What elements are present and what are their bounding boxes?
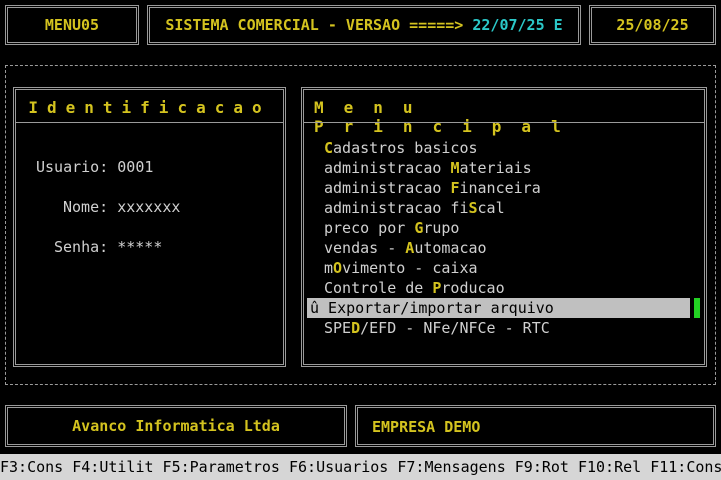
main-menu-title: Menu Principal [314,98,581,136]
cursor-indicator [694,298,700,318]
menu-item-hotkey: O [333,259,343,277]
menu-item-text: m [324,259,334,277]
menu-item-text: adastros basicos [333,139,478,157]
identification-divider [16,122,283,123]
menu-item[interactable]: SPED/EFD - NFe/NFCe - RTC [324,318,550,338]
menu-item-text: inanceira [459,179,541,197]
system-version: 22/07/25 E [472,16,563,34]
name-label: Nome: [63,198,109,216]
menu-id: MENU05 [44,16,100,34]
user-value[interactable]: 0001 [117,158,153,176]
menu-item-text: cal [477,199,505,217]
menu-item-hotkey: S [468,199,478,217]
main-menu-divider [304,122,704,123]
menu-item-text: vendas - [324,239,406,257]
company-name: Avanco Informatica Ltda [72,417,280,435]
menu-id-box: MENU05 [5,5,139,45]
user-label: Usuario: [36,158,109,176]
menu-item[interactable]: mOvimento - caixa [324,258,478,278]
empresa-box: EMPRESA DEMO [355,405,716,447]
menu-item[interactable]: û Exportar/importar arquivo [307,298,690,318]
menu-item[interactable]: preco por Grupo [324,218,459,238]
menu-item-text: û Exportar/importar arquivo [310,299,554,317]
menu-item-text: administracao [324,159,451,177]
menu-item[interactable]: Cadastros basicos [324,138,478,158]
menu-item-text: ateriais [459,159,532,177]
menu-item-hotkey: D [351,319,361,337]
user-row: Usuario: 0001 [36,158,153,176]
menu-item[interactable]: administracao Financeira [324,178,541,198]
current-date: 25/08/25 [616,16,689,34]
menu-item-text: administracao [324,179,451,197]
function-key-bar[interactable]: F3:Cons F4:Utilit F5:Parametros F6:Usuar… [0,454,721,480]
name-value[interactable]: xxxxxxx [117,198,180,216]
company-box: Avanco Informatica Ltda [5,405,347,447]
menu-item[interactable]: administracao Materiais [324,158,532,178]
menu-item-text: roducao [441,279,505,297]
password-label: Senha: [54,238,109,256]
identification-title: Identificacao [28,98,271,117]
menu-item[interactable]: vendas - Automacao [324,238,487,258]
menu-item-text: Controle de [324,279,433,297]
name-row: Nome: xxxxxxx [63,198,180,216]
menu-item-text: preco por [324,219,415,237]
menu-item-hotkey: G [414,219,424,237]
empresa-name: EMPRESA DEMO [372,418,481,436]
menu-item-text: /EFD - NFe/NFCe - RTC [360,319,550,337]
password-value[interactable]: ***** [117,238,162,256]
menu-item-text: rupo [423,219,460,237]
menu-item-text: administracao fi [324,199,469,217]
menu-item-text: vimento - caixa [342,259,478,277]
main-menu-panel: Menu Principal Cadastros basicos administ… [301,87,707,367]
password-row: Senha: ***** [54,238,162,256]
menu-item-text: SPE [324,319,352,337]
date-box: 25/08/25 [589,5,716,45]
menu-item[interactable]: administracao fiScal [324,198,505,218]
menu-item-hotkey: C [324,139,334,157]
identification-panel: Identificacao Usuario: 0001 Nome: xxxxxx… [13,87,286,367]
system-title-box: SISTEMA COMERCIAL - VERSAO =====> 22/07/… [147,5,581,45]
menu-item[interactable]: Controle de Producao [324,278,505,298]
menu-item-hotkey: A [405,239,415,257]
menu-item-text: utomacao [414,239,487,257]
system-title: SISTEMA COMERCIAL - VERSAO =====> [165,16,464,34]
